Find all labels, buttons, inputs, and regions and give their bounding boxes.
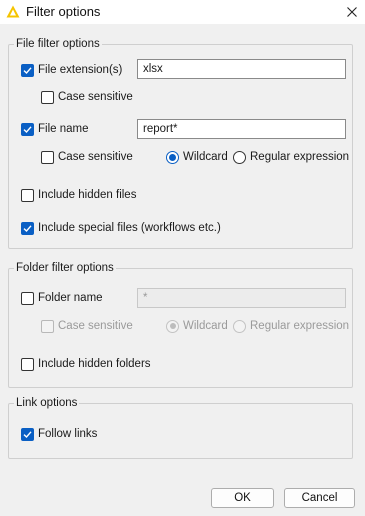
file-name-checkbox[interactable]: File name	[21, 121, 89, 137]
checkbox-unchecked-icon	[41, 90, 54, 104]
include-special-files-checkbox[interactable]: Include special files (workflows etc.)	[21, 220, 221, 236]
name-case-sensitive-label: Case sensitive	[58, 151, 133, 163]
checkbox-checked-icon	[21, 221, 34, 235]
folder-case-sensitive-checkbox[interactable]: Case sensitive	[41, 318, 133, 334]
follow-links-checkbox[interactable]: Follow links	[21, 426, 97, 442]
include-hidden-folders-checkbox[interactable]: Include hidden folders	[21, 356, 151, 372]
extension-case-sensitive-checkbox[interactable]: Case sensitive	[41, 89, 133, 105]
include-special-files-label: Include special files (workflows etc.)	[38, 222, 221, 234]
ok-button[interactable]: OK	[211, 488, 274, 508]
checkbox-unchecked-icon	[21, 188, 34, 202]
window-title: Filter options	[26, 4, 101, 19]
radio-unselected-icon	[233, 150, 246, 164]
name-case-sensitive-checkbox[interactable]: Case sensitive	[41, 149, 133, 165]
close-icon	[346, 7, 357, 17]
link-options-legend: Link options	[16, 397, 78, 409]
folder-name-checkbox[interactable]: Folder name	[21, 290, 103, 306]
radio-disabled-selected-icon	[166, 319, 179, 333]
checkbox-checked-icon	[21, 63, 34, 77]
folder-wildcard-label: Wildcard	[183, 320, 228, 332]
file-name-label: File name	[38, 123, 89, 135]
cancel-button[interactable]: Cancel	[284, 488, 355, 508]
folder-regex-label: Regular expression	[250, 320, 350, 332]
checkbox-unchecked-icon	[21, 357, 34, 371]
extension-case-sensitive-label: Case sensitive	[58, 91, 133, 103]
folder-filter-legend: Folder filter options	[16, 262, 114, 274]
file-name-input[interactable]: report*	[137, 119, 346, 139]
wildcard-label: Wildcard	[183, 151, 228, 163]
title-bar: Filter options	[0, 0, 365, 24]
include-hidden-files-checkbox[interactable]: Include hidden files	[21, 187, 136, 203]
checkbox-unchecked-icon	[21, 291, 34, 305]
file-extension-input[interactable]: xlsx	[137, 59, 346, 79]
checkbox-checked-icon	[21, 122, 34, 136]
folder-case-sensitive-label: Case sensitive	[58, 320, 133, 332]
regex-radio[interactable]: Regular expression	[233, 149, 349, 165]
folder-name-input[interactable]: *	[137, 288, 346, 308]
close-button[interactable]	[338, 0, 365, 24]
radio-selected-icon	[166, 150, 179, 164]
folder-name-label: Folder name	[38, 292, 103, 304]
follow-links-label: Follow links	[38, 428, 98, 440]
warning-triangle-icon	[6, 5, 20, 18]
include-hidden-files-label: Include hidden files	[38, 189, 137, 201]
checkbox-unchecked-icon	[41, 150, 54, 164]
regex-label: Regular expression	[250, 151, 350, 163]
checkbox-disabled-icon	[41, 319, 54, 333]
radio-disabled-icon	[233, 319, 246, 333]
file-extension-label: File extension(s)	[38, 64, 123, 76]
checkbox-checked-icon	[21, 427, 34, 441]
folder-regex-radio[interactable]: Regular expression	[233, 318, 349, 334]
file-filter-legend: File filter options	[16, 38, 100, 50]
wildcard-radio[interactable]: Wildcard	[166, 149, 228, 165]
file-extension-checkbox[interactable]: File extension(s)	[21, 62, 122, 78]
folder-wildcard-radio[interactable]: Wildcard	[166, 318, 228, 334]
include-hidden-folders-label: Include hidden folders	[38, 358, 151, 370]
